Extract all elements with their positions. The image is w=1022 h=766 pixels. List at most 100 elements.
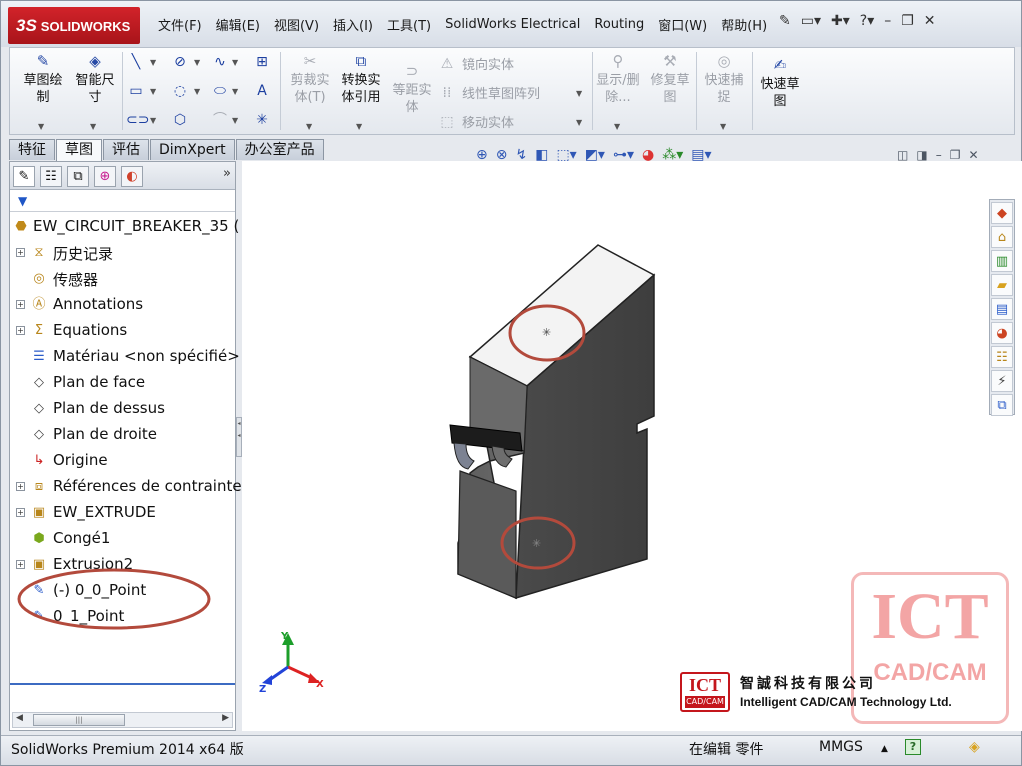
expand-panel-icon[interactable]: » <box>223 166 231 181</box>
tree-horizontal-scrollbar[interactable]: ◀ ||| ▶ <box>12 712 233 728</box>
sketch-dropdown-icon[interactable]: ▼ <box>38 122 44 131</box>
menu-routing[interactable]: Routing <box>587 17 651 32</box>
smart-dimension-button[interactable]: ◈ 智能尺寸 <box>70 52 120 106</box>
offset-entities-button[interactable]: ⊃ 等距实体 <box>388 62 436 116</box>
quick-tips-icon[interactable]: ? <box>905 739 921 755</box>
convert-entities-button[interactable]: ⧉ 转换实体引用 <box>336 52 386 106</box>
rollback-bar[interactable] <box>10 683 235 685</box>
tab-dimxpert[interactable]: DimXpert <box>150 139 235 160</box>
appearances-icon[interactable]: ◕ <box>991 322 1013 344</box>
rectangle-icon[interactable]: ▭ <box>126 81 146 101</box>
expand-icon[interactable]: + <box>16 326 25 335</box>
ellipse-icon[interactable]: ⬭ <box>210 81 230 101</box>
file-explorer-icon[interactable]: ▰ <box>991 274 1013 296</box>
circle-dropdown-icon[interactable]: ▼ <box>194 58 200 67</box>
graphics-area[interactable]: ⊕ ⊗ ↯ ◧ ⬚▾ ◩▾ ⊶▾ ◕ ⁂▾ ▤▾ ◫ ◨ – ❐ ✕ ✳ ✳ Y… <box>242 147 1022 731</box>
convert-dropdown-icon[interactable]: ▼ <box>356 122 362 131</box>
arc-dropdown-icon[interactable]: ▼ <box>194 87 200 96</box>
rapid-sketch-button[interactable]: ✍ 快速草图 <box>756 56 804 110</box>
point-icon[interactable]: ✳ <box>252 110 272 130</box>
expand-icon[interactable]: + <box>16 300 25 309</box>
pin-icon[interactable]: ✎ <box>779 13 791 29</box>
doc-restore-icon[interactable]: ❐ <box>950 148 961 162</box>
display-delete-dropdown-icon[interactable]: ▼ <box>614 122 620 131</box>
new-document-icon[interactable]: ▭▾ <box>801 13 821 29</box>
fillet-sketch-dropdown-icon[interactable]: ▼ <box>232 116 238 125</box>
feature-manager-tab-icon[interactable]: ✎ <box>13 166 35 187</box>
move-entities-button[interactable]: ⬚ 移动实体 <box>438 112 514 132</box>
menu-tools[interactable]: 工具(T) <box>380 15 438 34</box>
tab-features[interactable]: 特征 <box>9 139 55 160</box>
smart-dimension-dropdown-icon[interactable]: ▼ <box>90 122 96 131</box>
expand-icon[interactable]: + <box>16 508 25 517</box>
tree-filter[interactable]: ▼ <box>10 192 235 212</box>
spline-dropdown-icon[interactable]: ▼ <box>232 58 238 67</box>
minimize-icon[interactable]: – <box>884 13 891 29</box>
linear-pattern-button[interactable]: ⁞⁞ 线性草图阵列 <box>438 83 540 103</box>
arc-icon[interactable]: ◌ <box>170 81 190 101</box>
tile-left-icon[interactable]: ◫ <box>897 148 908 162</box>
expand-icon[interactable]: + <box>16 248 25 257</box>
menu-file[interactable]: 文件(F) <box>151 15 209 34</box>
display-delete-relations-button[interactable]: ⚲ 显示/删除... <box>594 52 642 106</box>
restore-icon[interactable]: ❐ <box>901 13 914 29</box>
text-icon[interactable]: A <box>252 81 272 101</box>
mirror-entities-button[interactable]: ⚠ 镜向实体 <box>438 54 514 74</box>
help-icon[interactable]: ?▾ <box>860 13 874 29</box>
dimxpert-manager-tab-icon[interactable]: ⊕ <box>94 166 116 187</box>
fillet-sketch-icon[interactable]: ⌒ <box>210 110 230 130</box>
menu-solidworks-electrical[interactable]: SolidWorks Electrical <box>438 17 587 32</box>
display-manager-tab-icon[interactable]: ◐ <box>121 166 143 187</box>
tile-right-icon[interactable]: ◨ <box>916 148 927 162</box>
repair-sketch-button[interactable]: ⚒ 修复草图 <box>646 52 694 106</box>
circle-icon[interactable]: ⊘ <box>170 52 190 72</box>
linear-pattern-dropdown-icon[interactable]: ▼ <box>576 89 582 98</box>
close-icon[interactable]: ✕ <box>924 13 936 29</box>
move-dropdown-icon[interactable]: ▼ <box>576 118 582 127</box>
tab-office-products[interactable]: 办公室产品 <box>235 139 324 160</box>
routing-library-icon[interactable]: ⧉ <box>991 394 1013 416</box>
quick-snaps-button[interactable]: ◎ 快速捕捉 <box>700 52 748 106</box>
tag-icon[interactable]: ◈ <box>969 739 980 755</box>
slot-icon[interactable]: ⊂⊃ <box>126 110 149 130</box>
scrollbar-thumb[interactable]: ||| <box>33 714 125 726</box>
tab-sketch[interactable]: 草图 <box>56 139 102 161</box>
home-icon[interactable]: ⌂ <box>991 226 1013 248</box>
spline-icon[interactable]: ∿ <box>210 52 230 72</box>
solidworks-logo[interactable]: 3S SOLIDWORKS <box>8 7 140 44</box>
line-dropdown-icon[interactable]: ▼ <box>150 58 156 67</box>
menu-help[interactable]: 帮助(H) <box>714 15 774 34</box>
design-library-icon[interactable]: ▥ <box>991 250 1013 272</box>
quick-snaps-dropdown-icon[interactable]: ▼ <box>720 122 726 131</box>
scroll-right-icon[interactable]: ▶ <box>222 713 229 723</box>
expand-icon[interactable]: + <box>16 482 25 491</box>
custom-properties-icon[interactable]: ☷ <box>991 346 1013 368</box>
doc-minimize-icon[interactable]: – <box>936 148 942 162</box>
point-marker-0-1[interactable]: ✳ <box>532 537 541 550</box>
trim-dropdown-icon[interactable]: ▼ <box>306 122 312 131</box>
property-manager-tab-icon[interactable]: ☷ <box>40 166 62 187</box>
configuration-manager-tab-icon[interactable]: ⧉ <box>67 166 89 187</box>
view-palette-icon[interactable]: ▤ <box>991 298 1013 320</box>
menu-window[interactable]: 窗口(W) <box>651 15 714 34</box>
unit-system-arrow[interactable]: ▲ <box>881 744 888 754</box>
polygon-icon[interactable]: ⬡ <box>170 110 190 130</box>
unit-system[interactable]: MMGS <box>819 739 863 755</box>
menu-edit[interactable]: 编辑(E) <box>209 15 267 34</box>
trim-entities-button[interactable]: ✂ 剪裁实体(T) <box>284 52 336 106</box>
menu-insert[interactable]: 插入(I) <box>326 15 380 34</box>
rectangle-dropdown-icon[interactable]: ▼ <box>150 87 156 96</box>
open-icon[interactable]: ✚▾ <box>831 13 850 29</box>
electrical-icon[interactable]: ⚡ <box>991 370 1013 392</box>
sketch-button[interactable]: ✎ 草图绘制 <box>16 52 70 106</box>
ellipse-dropdown-icon[interactable]: ▼ <box>232 87 238 96</box>
tab-evaluate[interactable]: 评估 <box>103 139 149 160</box>
menu-view[interactable]: 视图(V) <box>267 15 326 34</box>
grid-icon[interactable]: ⊞ <box>252 52 272 72</box>
doc-close-icon[interactable]: ✕ <box>968 148 978 162</box>
line-icon[interactable]: ╲ <box>126 52 146 72</box>
scroll-left-icon[interactable]: ◀ <box>16 713 23 723</box>
point-marker-0-0[interactable]: ✳ <box>542 326 551 339</box>
solidworks-resources-icon[interactable]: ◆ <box>991 202 1013 224</box>
slot-dropdown-icon[interactable]: ▼ <box>150 116 156 125</box>
